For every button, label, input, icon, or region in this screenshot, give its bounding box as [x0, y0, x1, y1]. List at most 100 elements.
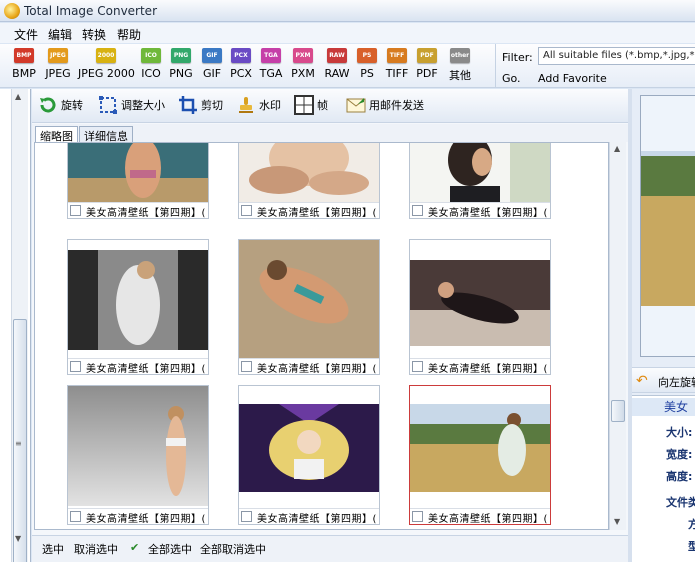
resize-button[interactable]: 调整大小 — [98, 95, 165, 117]
menu-help[interactable]: 帮助 — [117, 26, 141, 43]
select-button[interactable]: 选中 — [42, 541, 64, 557]
height-label: 高度: — [666, 470, 693, 483]
thumbnail-checkbox[interactable] — [412, 511, 423, 522]
thumbnail-item-selected[interactable]: 美女高清壁纸【第四期】( — [409, 385, 551, 525]
format-jpeg2000-button[interactable]: 2000 JPEG 2000 — [78, 48, 135, 86]
info-field-label: 方 — [688, 518, 695, 531]
pxm-icon: PXM — [293, 48, 313, 63]
menu-file[interactable]: 文件 — [14, 26, 38, 43]
format-jpeg-button[interactable]: JPEG JPEG — [42, 48, 74, 86]
go-button[interactable]: Go. — [502, 72, 521, 85]
format-tga-button[interactable]: TGA TGA — [257, 48, 285, 86]
action-label: 调整大小 — [121, 99, 165, 112]
caption-text: 美女高清壁纸【第四期】( — [257, 364, 377, 374]
format-raw-button[interactable]: RAW RAW — [322, 48, 352, 86]
thumbnail-item[interactable]: 美女高清壁纸【第四期】( — [67, 239, 209, 375]
filter-input[interactable]: All suitable files (*.bmp,*.jpg,*.jpeg,*… — [538, 47, 695, 65]
thumbnail-caption: 美女高清壁纸【第四期】( — [68, 202, 208, 218]
grid-scrollbar[interactable]: ▲ ▼ — [609, 142, 626, 530]
add-favorite-button[interactable]: Add Favorite — [538, 72, 607, 85]
format-label: PXM — [291, 67, 315, 80]
format-tiff-button[interactable]: TIFF TIFF — [383, 48, 411, 86]
size-label: 大小: — [666, 426, 693, 439]
crop-button[interactable]: 剪切 — [178, 95, 223, 117]
thumbnail-checkbox[interactable] — [70, 511, 81, 522]
format-label: RAW — [324, 67, 350, 80]
jpeg2000-icon: 2000 — [96, 48, 116, 63]
scroll-down-icon[interactable]: ▼ — [15, 534, 21, 543]
rotate-button[interactable]: 旋转 — [38, 95, 83, 117]
thumbnail-image — [68, 386, 208, 506]
thumbnail-checkbox[interactable] — [412, 361, 423, 372]
other-icon: other — [450, 48, 470, 63]
thumbnail-image — [410, 260, 550, 346]
resize-icon — [99, 96, 117, 114]
thumbnail-checkbox[interactable] — [241, 205, 252, 216]
gif-icon: GIF — [202, 48, 222, 63]
thumbnail-checkbox[interactable] — [241, 511, 252, 522]
thumbnail-caption: 美女高清壁纸【第四期】( — [239, 202, 379, 218]
caption-text: 美女高清壁纸【第四期】( — [86, 364, 206, 374]
thumbnail-caption: 美女高清壁纸【第四期】( — [68, 358, 208, 374]
thumbnail-caption: 美女高清壁纸【第四期】( — [410, 202, 550, 218]
envelope-icon — [346, 98, 366, 113]
format-label: JPEG 2000 — [78, 67, 135, 80]
format-png-button[interactable]: PNG PNG — [166, 48, 196, 86]
frame-button[interactable]: 帧 — [294, 95, 328, 117]
caption-text: 美女高清壁纸【第四期】( — [428, 208, 548, 218]
preview-image — [640, 95, 695, 357]
thumbnail-checkbox[interactable] — [70, 205, 81, 216]
format-pdf-button[interactable]: PDF PDF — [414, 48, 440, 86]
thumbnail-item[interactable]: 美女高清壁纸【第四期】( — [409, 143, 551, 219]
menu-bar: 文件 编辑 转换 帮助 — [0, 23, 695, 43]
format-pxm-button[interactable]: PXM PXM — [288, 48, 318, 86]
thumbnail-item[interactable]: 美女高清壁纸【第四期】( — [67, 385, 209, 525]
scroll-up-icon[interactable]: ▲ — [15, 92, 21, 101]
format-label: BMP — [12, 67, 36, 80]
thumbnail-checkbox[interactable] — [241, 361, 252, 372]
tree-scrollbar[interactable]: ▲ ≡ ▼ — [11, 89, 28, 562]
scroll-up-icon[interactable]: ▲ — [614, 144, 620, 153]
rotate-left-button[interactable]: ↶ 向左旋转 — [632, 367, 695, 393]
thumbnail-item[interactable]: 美女高清壁纸【第四期】( — [238, 385, 380, 525]
select-all-button[interactable]: 全部选中 — [148, 541, 192, 557]
format-ps-button[interactable]: PS PS — [355, 48, 379, 86]
bmp-icon: BMP — [14, 48, 34, 63]
stamp-icon — [239, 97, 253, 113]
tab-details[interactable]: 详细信息 — [79, 126, 133, 143]
watermark-button[interactable]: 水印 — [236, 95, 281, 117]
format-other-button[interactable]: other 其他 — [445, 48, 475, 86]
format-bmp-button[interactable]: BMP BMP — [8, 48, 40, 86]
view-tabs: 缩略图 详细信息 — [32, 124, 628, 143]
format-gif-button[interactable]: GIF GIF — [199, 48, 225, 86]
action-label: 旋转 — [61, 99, 83, 112]
thumbnail-image — [410, 404, 550, 492]
thumbnail-item[interactable]: 美女高清壁纸【第四期】( — [67, 143, 209, 219]
grid-scroll-thumb[interactable] — [611, 400, 625, 422]
deselect-button[interactable]: 取消选中 — [74, 541, 118, 557]
menu-edit[interactable]: 编辑 — [48, 26, 72, 43]
width-label: 宽度: — [666, 448, 693, 461]
thumbnail-item[interactable]: 美女高清壁纸【第四期】( — [409, 239, 551, 375]
preview-panel: ↶ 向左旋转 美女 大小: 宽度: 高度: 文件类 方 型 — [632, 89, 695, 562]
format-label: PNG — [169, 67, 193, 80]
format-pcx-button[interactable]: PCX PCX — [227, 48, 255, 86]
thumbnail-checkbox[interactable] — [412, 205, 423, 216]
app-window: Total Image Converter 文件 编辑 转换 帮助 BMP BMP… — [0, 0, 695, 562]
format-ico-button[interactable]: ICO ICO — [138, 48, 164, 86]
menu-convert[interactable]: 转换 — [82, 26, 106, 43]
jpeg-icon: JPEG — [48, 48, 68, 63]
send-email-button[interactable]: 用邮件发送 — [346, 95, 424, 117]
scroll-down-icon[interactable]: ▼ — [614, 517, 620, 526]
thumbnail-item[interactable]: 美女高清壁纸【第四期】( — [238, 239, 380, 375]
thumbnail-checkbox[interactable] — [70, 361, 81, 372]
title-bar: Total Image Converter — [0, 0, 695, 22]
rotate-left-label: 向左旋转 — [658, 376, 695, 389]
pcx-icon: PCX — [231, 48, 251, 63]
tab-thumbnails[interactable]: 缩略图 — [35, 126, 78, 143]
file-type-label: 文件类 — [666, 496, 695, 509]
deselect-all-button[interactable]: 全部取消选中 — [200, 541, 266, 557]
thumbnail-grid: 美女高清壁纸【第四期】( 美女高清壁纸【第四期】( 美女高清壁纸【第四期】(美… — [34, 142, 609, 530]
format-label: 其他 — [449, 69, 471, 82]
thumbnail-item[interactable]: 美女高清壁纸【第四期】( — [238, 143, 380, 219]
